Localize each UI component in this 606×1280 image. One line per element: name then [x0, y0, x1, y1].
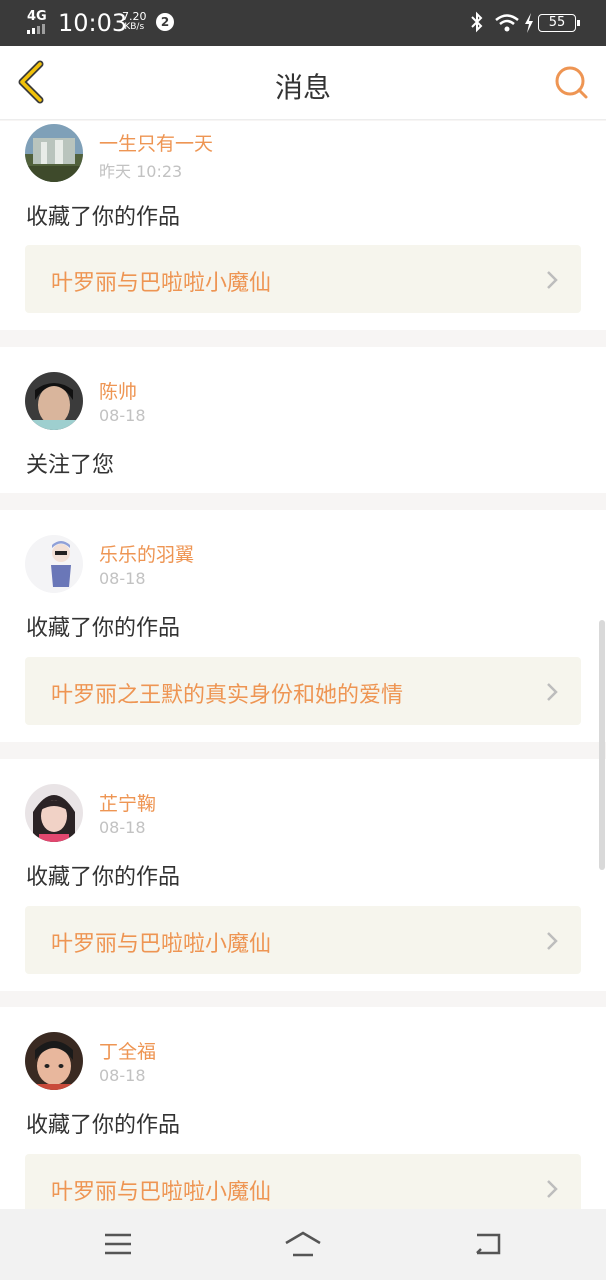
list-item[interactable]: 芷宁鞠 08-18 收藏了你的作品 叶罗丽与巴啦啦小魔仙 [0, 759, 606, 991]
user-name[interactable]: 乐乐的羽翼 [99, 540, 194, 567]
user-name[interactable]: 丁全福 [99, 1037, 156, 1064]
user-name[interactable]: 一生只有一天 [99, 129, 213, 156]
header: 消息 [0, 46, 606, 120]
action-text: 收藏了你的作品 [26, 205, 181, 230]
scrollbar[interactable] [599, 620, 605, 870]
work-link[interactable]: 叶罗丽与巴啦啦小魔仙 [25, 245, 581, 313]
user-name[interactable]: 芷宁鞠 [99, 789, 156, 816]
work-title: 叶罗丽与巴啦啦小魔仙 [51, 271, 272, 296]
status-bar: 4G 10:03 7.20 KB/s 2 55 [0, 0, 606, 46]
battery-icon: 55 [538, 14, 580, 32]
timestamp: 昨天 10:23 [99, 162, 183, 181]
timestamp: 08-18 [99, 569, 146, 588]
work-link[interactable]: 叶罗丽与巴啦啦小魔仙 [25, 1154, 581, 1209]
list-item[interactable]: 乐乐的羽翼 08-18 收藏了你的作品 叶罗丽之王默的真实身份和她的爱情 [0, 510, 606, 742]
list-item[interactable]: 丁全福 08-18 收藏了你的作品 叶罗丽与巴啦啦小魔仙 [0, 1007, 606, 1209]
chevron-right-icon [547, 683, 558, 701]
action-text: 收藏了你的作品 [26, 865, 181, 890]
list-item[interactable]: 陈帅 08-18 关注了您 [0, 347, 606, 493]
work-link[interactable]: 叶罗丽之王默的真实身份和她的爱情 [25, 657, 581, 725]
network-type: 4G [27, 9, 47, 24]
charging-icon [525, 13, 533, 33]
home-icon[interactable] [283, 1229, 323, 1259]
action-text: 关注了您 [26, 453, 115, 478]
network-speed-value: 7.20 [122, 10, 147, 23]
timestamp: 08-18 [99, 406, 146, 425]
avatar[interactable] [25, 784, 83, 842]
chevron-right-icon [547, 1180, 558, 1198]
user-name[interactable]: 陈帅 [99, 377, 137, 404]
action-text: 收藏了你的作品 [26, 616, 181, 641]
avatar[interactable] [25, 535, 83, 593]
clock: 10:03 [58, 9, 128, 37]
avatar[interactable] [25, 1032, 83, 1090]
search-icon[interactable] [553, 64, 591, 102]
list-item[interactable]: 一生只有一天 昨天 10:23 收藏了你的作品 叶罗丽与巴啦啦小魔仙 [0, 121, 606, 330]
avatar[interactable] [25, 124, 83, 182]
chevron-right-icon [547, 271, 558, 289]
work-title: 叶罗丽与巴啦啦小魔仙 [51, 932, 272, 957]
network-speed-unit: KB/s [124, 22, 145, 32]
work-title: 叶罗丽与巴啦啦小魔仙 [51, 1180, 272, 1205]
avatar[interactable] [25, 372, 83, 430]
signal-icon [27, 24, 49, 34]
timestamp: 08-18 [99, 818, 146, 837]
chevron-right-icon [547, 932, 558, 950]
wifi-icon [495, 14, 519, 32]
page-title: 消息 [274, 71, 331, 104]
battery-level: 55 [548, 15, 566, 30]
system-nav-bar [0, 1209, 606, 1280]
notification-badge: 2 [156, 13, 174, 31]
action-text: 收藏了你的作品 [26, 1113, 181, 1138]
menu-icon[interactable] [101, 1229, 135, 1259]
bluetooth-icon [471, 11, 483, 33]
work-link[interactable]: 叶罗丽与巴啦啦小魔仙 [25, 906, 581, 974]
network-speed: 7.20 KB/s [122, 11, 147, 33]
back-icon[interactable] [471, 1229, 505, 1259]
message-list[interactable]: 一生只有一天 昨天 10:23 收藏了你的作品 叶罗丽与巴啦啦小魔仙 陈帅 08… [0, 121, 606, 1209]
timestamp: 08-18 [99, 1066, 146, 1085]
work-title: 叶罗丽之王默的真实身份和她的爱情 [51, 683, 404, 708]
